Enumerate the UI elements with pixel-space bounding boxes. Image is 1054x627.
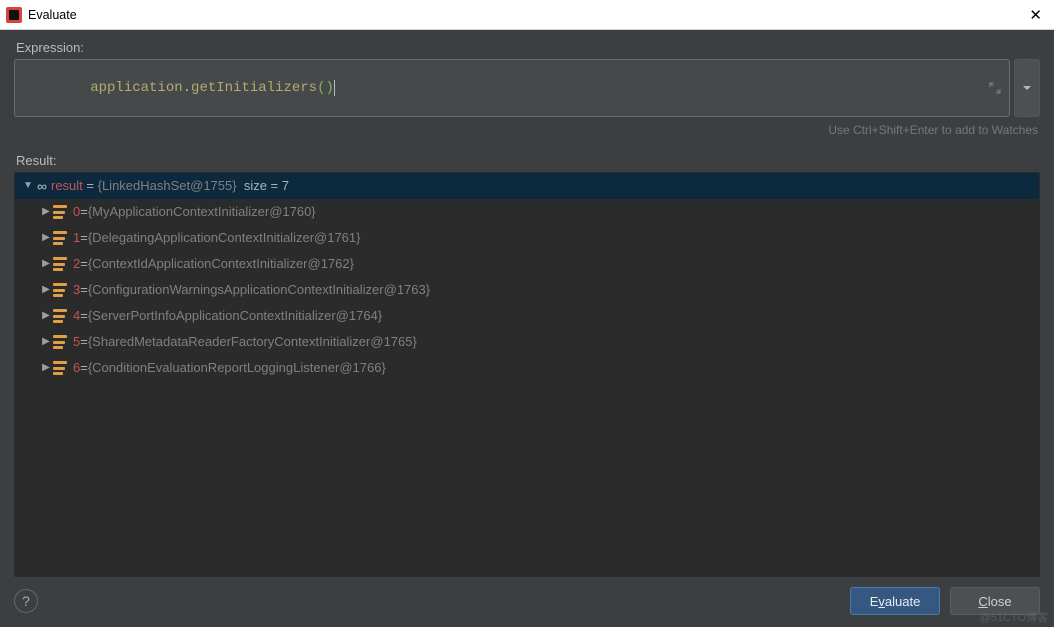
item-value: {ConfigurationWarningsApplicationContext… — [88, 279, 430, 301]
result-size: size = 7 — [244, 175, 289, 197]
tree-row[interactable]: ▶2 = {ContextIdApplicationContextInitial… — [15, 251, 1039, 277]
item-value: {ContextIdApplicationContextInitializer@… — [88, 253, 354, 275]
chevron-right-icon[interactable]: ▶ — [39, 279, 53, 301]
evaluate-panel: Expression: application.getInitializers(… — [0, 30, 1054, 627]
result-label: Result: — [16, 153, 1040, 168]
tree-row[interactable]: ▶0 = {MyApplicationContextInitializer@17… — [15, 199, 1039, 225]
tree-root-row[interactable]: ▼ ∞ result = {LinkedHashSet@1755} size =… — [15, 173, 1039, 199]
evaluate-button[interactable]: Evaluate — [850, 587, 940, 615]
item-index: 3 — [73, 279, 80, 301]
close-icon[interactable]: ✕ — [1025, 6, 1046, 24]
chevron-right-icon[interactable]: ▶ — [39, 305, 53, 327]
object-icon — [53, 309, 67, 323]
item-value: {SharedMetadataReaderFactoryContextIniti… — [88, 331, 417, 353]
object-icon — [53, 231, 67, 245]
object-icon — [53, 283, 67, 297]
object-icon — [53, 361, 67, 375]
item-index: 2 — [73, 253, 80, 275]
chevron-right-icon[interactable]: ▶ — [39, 201, 53, 223]
item-value: {MyApplicationContextInitializer@1760} — [88, 201, 316, 223]
item-value: {ConditionEvaluationReportLoggingListene… — [88, 357, 386, 379]
help-button[interactable]: ? — [14, 589, 38, 613]
item-value: {ServerPortInfoApplicationContextInitial… — [88, 305, 382, 327]
chevron-down-icon[interactable]: ▼ — [21, 175, 35, 197]
expression-code: application.getInitializers() — [23, 64, 335, 112]
tree-row[interactable]: ▶4 = {ServerPortInfoApplicationContextIn… — [15, 303, 1039, 329]
infinity-icon: ∞ — [37, 175, 47, 197]
tree-row[interactable]: ▶5 = {SharedMetadataReaderFactoryContext… — [15, 329, 1039, 355]
result-tree[interactable]: ▼ ∞ result = {LinkedHashSet@1755} size =… — [14, 172, 1040, 577]
object-icon — [53, 257, 67, 271]
item-index: 5 — [73, 331, 80, 353]
tree-row[interactable]: ▶6 = {ConditionEvaluationReportLoggingLi… — [15, 355, 1039, 381]
chevron-right-icon[interactable]: ▶ — [39, 357, 53, 379]
result-variable-value: {LinkedHashSet@1755} — [98, 175, 237, 197]
window-title: Evaluate — [28, 8, 1025, 22]
expression-row: application.getInitializers() — [14, 59, 1040, 117]
item-index: 1 — [73, 227, 80, 249]
object-icon — [53, 205, 67, 219]
close-button[interactable]: Close — [950, 587, 1040, 615]
chevron-right-icon[interactable]: ▶ — [39, 253, 53, 275]
caret-icon — [334, 80, 335, 96]
item-index: 6 — [73, 357, 80, 379]
expand-icon[interactable] — [989, 82, 1001, 94]
app-icon — [6, 7, 22, 23]
hint-text: Use Ctrl+Shift+Enter to add to Watches — [14, 123, 1038, 137]
item-index: 4 — [73, 305, 80, 327]
result-variable-name: result — [51, 175, 83, 197]
dialog-footer: ? Evaluate Close — [14, 587, 1040, 615]
object-icon — [53, 335, 67, 349]
expression-input[interactable]: application.getInitializers() — [14, 59, 1010, 117]
expression-label: Expression: — [16, 40, 1040, 55]
tree-row[interactable]: ▶1 = {DelegatingApplicationContextInitia… — [15, 225, 1039, 251]
chevron-right-icon[interactable]: ▶ — [39, 331, 53, 353]
item-index: 0 — [73, 201, 80, 223]
history-dropdown-button[interactable] — [1014, 59, 1040, 117]
chevron-right-icon[interactable]: ▶ — [39, 227, 53, 249]
tree-row[interactable]: ▶3 = {ConfigurationWarningsApplicationCo… — [15, 277, 1039, 303]
titlebar[interactable]: Evaluate ✕ — [0, 0, 1054, 30]
item-value: {DelegatingApplicationContextInitializer… — [88, 227, 361, 249]
